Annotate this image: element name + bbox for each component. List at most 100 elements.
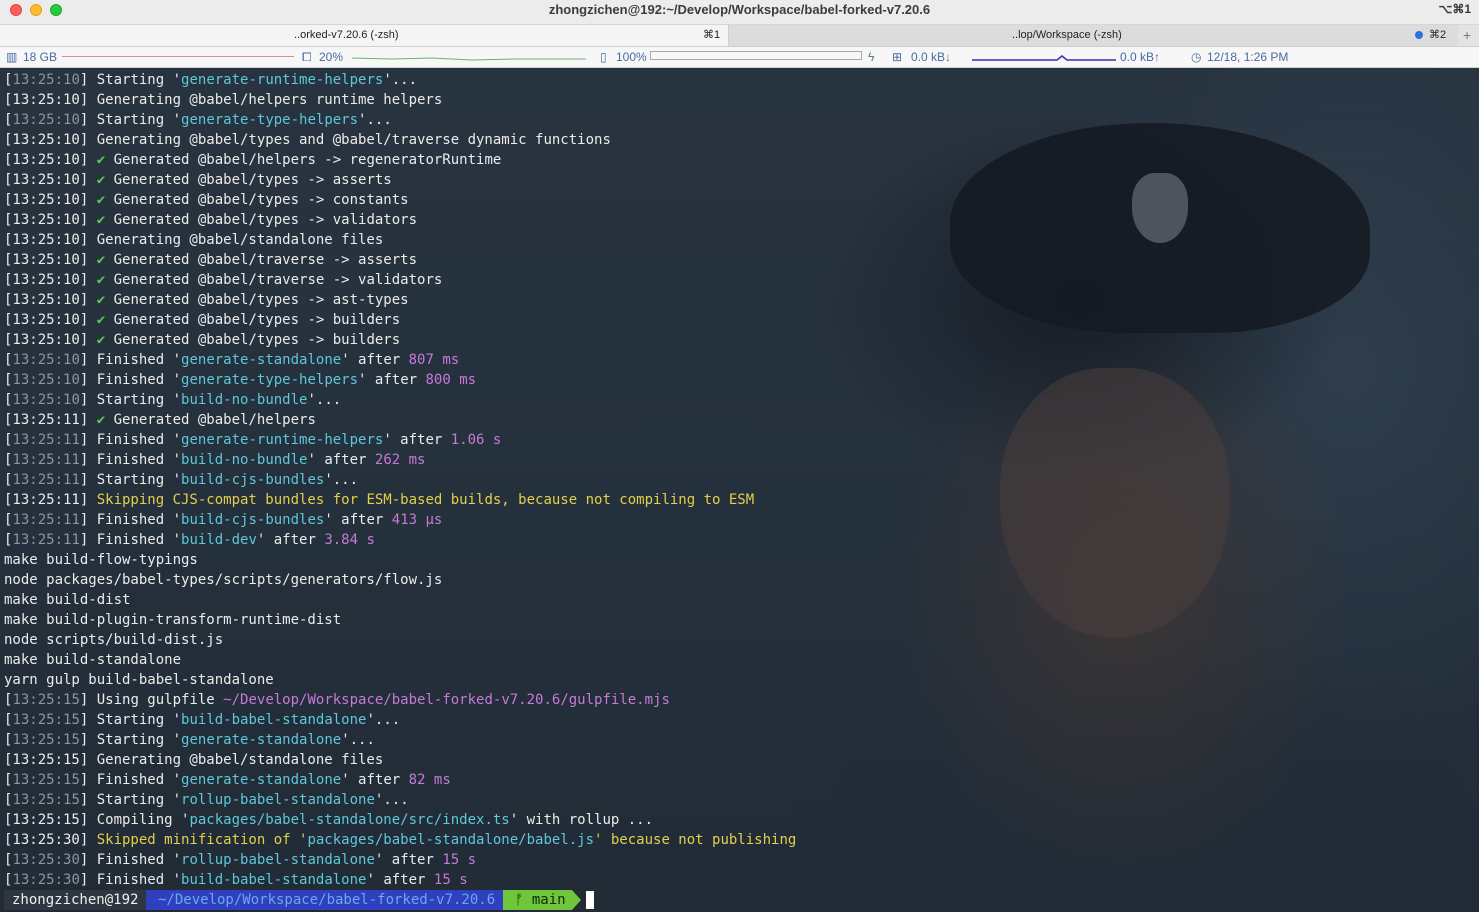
terminal-text: build-cjs-bundles [181, 472, 325, 488]
prompt-separator [572, 890, 581, 910]
terminal-text: [13:25:10] [4, 252, 97, 268]
terminal-text: Generated @babel/helpers -> regeneratorR… [105, 152, 502, 168]
cpu-icon: ⧠ [302, 50, 312, 64]
shell-prompt[interactable]: zhongzichen@192 ~/Develop/Workspace/babe… [4, 890, 594, 910]
terminal-text: build-babel-standalone [181, 712, 367, 728]
terminal-line: [13:25:10] Finished 'generate-standalone… [4, 350, 1479, 370]
terminal-text: ✔ [96, 332, 106, 348]
terminal-line: make build-standalone [4, 650, 1479, 670]
terminal-text: 13:25:30 [12, 852, 80, 868]
terminal-line: [13:25:15] Compiling 'packages/babel-sta… [4, 810, 1479, 830]
terminal-text: [13:25:10] [4, 212, 97, 228]
tab-label: ..lop/Workspace (-zsh) [1012, 29, 1122, 41]
terminal-text: [13:25:10] [4, 172, 97, 188]
terminal-text: ] Finished ' [79, 772, 182, 788]
terminal-text: [13:25:11] [4, 492, 97, 508]
terminal-text: ✔ [96, 272, 106, 288]
terminal-text: ] Finished ' [79, 532, 182, 548]
terminal-line: [13:25:15] Using gulpfile ~/Develop/Work… [4, 690, 1479, 710]
clock-icon: ◷ [1191, 50, 1202, 64]
terminal-line: [13:25:10] Generating @babel/helpers run… [4, 90, 1479, 110]
terminal-line: [13:25:10] Starting 'build-no-bundle'... [4, 390, 1479, 410]
terminal-text: ' after [366, 872, 434, 888]
terminal-pane[interactable]: [13:25:10] Starting 'generate-runtime-he… [0, 68, 1479, 912]
terminal-text: 13:25:10 [12, 72, 80, 88]
terminal-text: build-no-bundle [181, 392, 308, 408]
terminal-text: '... [324, 472, 359, 488]
tab-babel-forked[interactable]: ..orked-v7.20.6 (-zsh) ⌘1 [0, 25, 729, 46]
terminal-text: ' after [256, 532, 325, 548]
terminal-text: build-dev [181, 532, 257, 548]
terminal-text: [13:25:10] Generating @babel/types and @… [4, 132, 611, 148]
battery-level: 100% [616, 50, 647, 64]
terminal-text: rollup-babel-standalone [181, 792, 375, 808]
terminal-text: ' after [341, 772, 409, 788]
terminal-text: ] Finished ' [79, 872, 182, 888]
terminal-line: [13:25:15] Starting 'build-babel-standal… [4, 710, 1479, 730]
window-title: zhongzichen@192:~/Develop/Workspace/babe… [548, 2, 931, 17]
terminal-line: [13:25:10] Starting 'generate-type-helpe… [4, 110, 1479, 130]
terminal-text: 413 μs [391, 512, 443, 528]
prompt-path: ~/Develop/Workspace/babel-forked-v7.20.6 [146, 890, 504, 910]
terminal-text: generate-standalone [181, 732, 342, 748]
terminal-text: generate-standalone [181, 352, 342, 368]
terminal-line: [13:25:10] ✔ Generated @babel/types -> a… [4, 290, 1479, 310]
terminal-text: [13:25:10] [4, 292, 97, 308]
terminal-line: [13:25:10] ✔ Generated @babel/types -> c… [4, 190, 1479, 210]
terminal-text: ' after [307, 452, 375, 468]
tab-shortcut: ⌘2 [1429, 29, 1447, 41]
terminal-text: ] Starting ' [79, 392, 182, 408]
terminal-line: [13:25:11] ✔ Generated @babel/helpers [4, 410, 1479, 430]
status-bar: ▥ 18 GB ⧠ 20% ▯ 100% ϟ ⊞ 0.0 kB↓ 0.0 kB↑… [0, 47, 1479, 68]
window-shortcut: ⌥⌘1 [1438, 2, 1471, 16]
terminal-line: [13:25:10] ✔ Generated @babel/helpers ->… [4, 150, 1479, 170]
battery-icon: ▯ [600, 50, 607, 64]
terminal-text: 13:25:15 [12, 692, 80, 708]
terminal-text: ] Starting ' [79, 732, 182, 748]
terminal-line: [13:25:11] Skipping CJS-compat bundles f… [4, 490, 1479, 510]
terminal-text: ' after [324, 512, 392, 528]
terminal-text: Generated @babel/types -> constants [105, 192, 409, 208]
tab-bar: ..orked-v7.20.6 (-zsh) ⌘1 ..lop/Workspac… [0, 25, 1479, 47]
terminal-line: [13:25:10] Generating @babel/standalone … [4, 230, 1479, 250]
terminal-text: 13:25:11 [12, 512, 80, 528]
tab-workspace[interactable]: ..lop/Workspace (-zsh) ⌘2 [729, 25, 1458, 46]
memory-graph [62, 56, 294, 57]
terminal-text: Generated @babel/types -> builders [105, 332, 401, 348]
terminal-line: [13:25:10] ✔ Generated @babel/types -> b… [4, 310, 1479, 330]
terminal-text: 13:25:10 [12, 112, 80, 128]
terminal-text: [13:25:15] Compiling ' [4, 812, 190, 828]
terminal-text: Generated @babel/helpers [105, 412, 316, 428]
memory-usage: 18 GB [23, 50, 58, 64]
terminal-text: 262 ms [374, 452, 426, 468]
terminal-text: build-no-bundle [181, 452, 308, 468]
terminal-line: node scripts/build-dist.js [4, 630, 1479, 650]
terminal-text: 13:25:11 [12, 532, 80, 548]
terminal-text: ' with rollup ... [509, 812, 654, 828]
new-tab-button[interactable]: + [1463, 25, 1471, 45]
terminal-text: make build-flow-typings [4, 552, 198, 568]
activity-dot-icon [1415, 31, 1423, 39]
terminal-line: [13:25:15] Generating @babel/standalone … [4, 750, 1479, 770]
terminal-line: [13:25:10] Finished 'generate-type-helpe… [4, 370, 1479, 390]
terminal-output: [13:25:10] Starting 'generate-runtime-he… [4, 70, 1479, 890]
terminal-text: [13:25:11] [4, 412, 97, 428]
terminal-text: ] Finished ' [79, 512, 182, 528]
terminal-text: ] Finished ' [79, 852, 182, 868]
terminal-cursor [586, 891, 594, 909]
terminal-text: [13:25:10] [4, 152, 97, 168]
terminal-line: [13:25:15] Starting 'rollup-babel-standa… [4, 790, 1479, 810]
terminal-line: [13:25:10] ✔ Generated @babel/types -> b… [4, 330, 1479, 350]
terminal-text: ✔ [96, 292, 106, 308]
tab-shortcut: ⌘1 [703, 29, 721, 41]
terminal-line: [13:25:30] Skipped minification of 'pack… [4, 830, 1479, 850]
terminal-line: [13:25:11] Finished 'build-cjs-bundles' … [4, 510, 1479, 530]
terminal-text: 13:25:15 [12, 712, 80, 728]
terminal-text: node scripts/build-dist.js [4, 632, 224, 648]
terminal-text: packages/babel-standalone/src/index.ts [189, 812, 510, 828]
terminal-text: [13:25:10] [4, 272, 97, 288]
terminal-text: ] Finished ' [79, 432, 182, 448]
terminal-line: [13:25:10] Generating @babel/types and @… [4, 130, 1479, 150]
terminal-line: [13:25:10] Starting 'generate-runtime-he… [4, 70, 1479, 90]
terminal-text: make build-plugin-transform-runtime-dist [4, 612, 342, 628]
